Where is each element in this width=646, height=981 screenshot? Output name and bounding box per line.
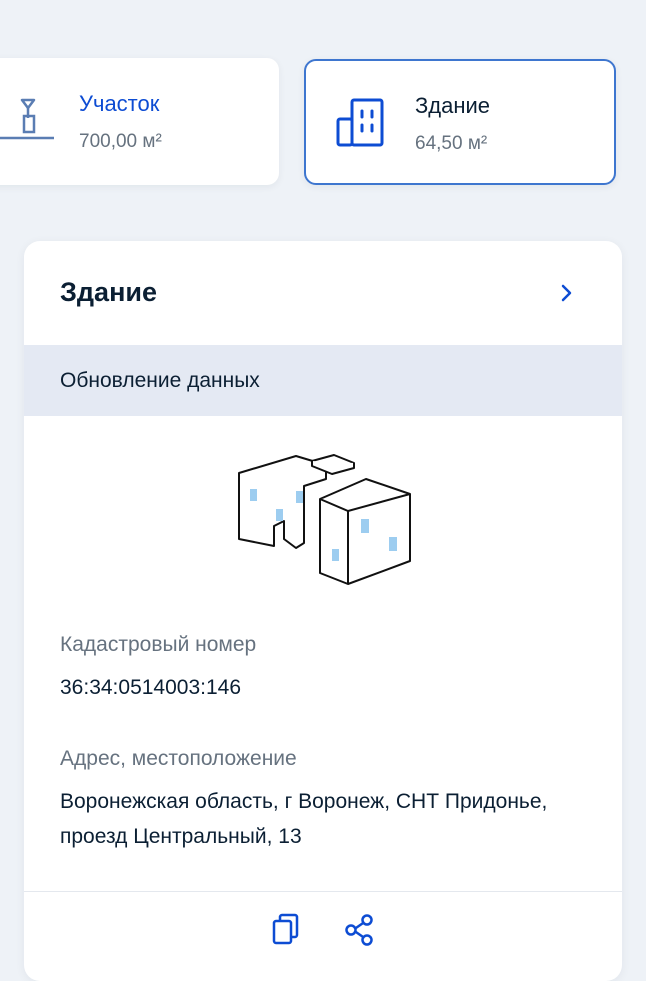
building-illustration (238, 454, 411, 585)
object-card: Здание Обновление данных Кадастровый ном… (24, 241, 622, 981)
share-icon[interactable] (342, 911, 376, 949)
card-title: Здание (60, 277, 157, 307)
plot-tile-title: Участок (79, 91, 160, 116)
copy-icon[interactable] (269, 911, 303, 949)
building-tile-title: Здание (415, 93, 491, 118)
building-tile[interactable]: Здание 64,50 м² (304, 59, 616, 185)
address-value: Воронежская область, г Воронеж, СНТ Прид… (60, 790, 548, 848)
plot-tile[interactable]: Участок 700,00 м² (0, 58, 279, 185)
plot-icon (0, 98, 54, 140)
building-tile-area: 64,50 м² (415, 133, 488, 154)
update-notice-bar: Обновление данных (24, 345, 622, 416)
divider (24, 891, 622, 892)
card-header[interactable]: Здание (24, 241, 622, 345)
update-notice-text: Обновление данных (60, 369, 260, 392)
plot-tile-area: 700,00 м² (79, 131, 162, 152)
address-label: Адрес, местоположение (60, 747, 297, 770)
cadastral-number-label: Кадастровый номер (60, 633, 257, 656)
building-icon (336, 98, 384, 147)
chevron-right-icon[interactable] (556, 281, 576, 305)
cadastral-number-value: 36:34:0514003:146 (60, 676, 242, 699)
